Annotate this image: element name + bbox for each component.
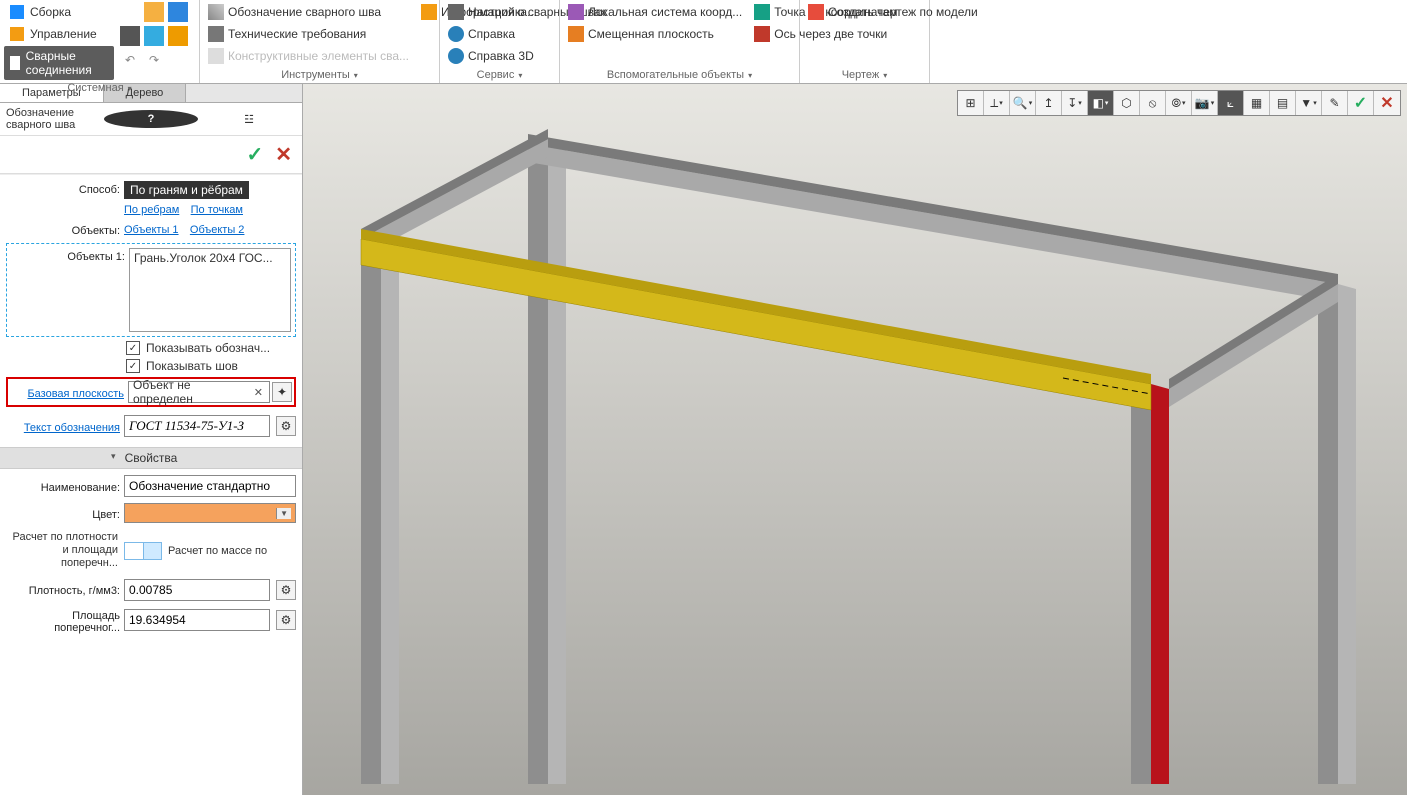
save-icon[interactable]	[168, 2, 188, 22]
base-plane-row-highlight: Базовая плоскость Объект не определен ✕ …	[6, 377, 296, 407]
objects2-link[interactable]: Объекты 2	[190, 224, 245, 236]
area-label: Площадь поперечног...	[6, 607, 120, 634]
tree-settings-icon[interactable]: ☳	[202, 110, 296, 128]
group-label-service: Сервис	[444, 67, 555, 83]
tool-tech-req[interactable]: Технические требования	[204, 24, 413, 44]
tool-weld-symbol[interactable]: Обозначение сварного шва	[204, 2, 413, 22]
tool-lcs[interactable]: Локальная система коорд...	[564, 2, 746, 22]
checkbox-show-weld[interactable]: ✓	[126, 359, 140, 373]
tool-construct-disabled: Конструктивные элементы сва...	[204, 46, 413, 66]
method-by-edges[interactable]: По ребрам	[124, 204, 179, 216]
objects1-label: Объекты 1:	[11, 248, 125, 263]
ribbon: Сборка Управление Сварные соединения ↶ ↷…	[0, 0, 1407, 84]
undo-icon[interactable]: ↶	[120, 50, 140, 70]
print-icon[interactable]	[120, 26, 140, 46]
group-label-tools: Инструменты	[204, 67, 435, 83]
color-label: Цвет:	[6, 506, 120, 521]
group-label-aux: Вспомогательные объекты	[564, 67, 795, 83]
apply-icon[interactable]: ✓	[246, 142, 263, 167]
method-by-points[interactable]: По точкам	[191, 204, 243, 216]
base-plane-value: Объект не определен	[133, 378, 252, 406]
method-label: Способ:	[6, 181, 120, 196]
help-icon[interactable]: ?	[104, 110, 198, 128]
send-icon[interactable]	[144, 26, 164, 46]
objects1-active-box: Объекты 1: Грань.Уголок 20х4 ГОС...	[6, 243, 296, 337]
properties-section[interactable]: Свойства	[0, 447, 302, 469]
name-label: Наименование:	[6, 479, 120, 494]
clear-icon[interactable]: ✕	[252, 386, 265, 399]
method-by-faces-edges[interactable]: По граням и рёбрам	[124, 181, 249, 199]
calc-toggle[interactable]	[124, 542, 162, 560]
tab-management[interactable]: Управление	[4, 24, 114, 44]
tab-assembly[interactable]: Сборка	[4, 2, 114, 22]
checkbox-show-symbol[interactable]: ✓	[126, 341, 140, 355]
objects1-link[interactable]: Объекты 1	[124, 224, 179, 236]
export-icon[interactable]	[168, 26, 188, 46]
objects-label: Объекты:	[6, 222, 120, 237]
text-symbol-label[interactable]: Текст обозначения	[6, 418, 120, 434]
new-icon[interactable]	[120, 2, 140, 22]
gear-icon[interactable]: ⚙	[276, 416, 296, 436]
tool-offset-plane[interactable]: Смещенная плоскость	[564, 24, 746, 44]
area-input[interactable]	[129, 613, 265, 627]
name-input[interactable]	[129, 479, 291, 493]
3d-viewport[interactable]: ⊞ ⟂ 🔍 ↥ ↧ ◧ ⬡ ⦸ ⦾ 📷 ⟀ ▦ ▤ ▼ ✎ ✓ ✕	[303, 84, 1407, 795]
show-symbol-label: Показывать обознач...	[146, 341, 270, 355]
text-symbol-input[interactable]	[129, 418, 265, 434]
calc-mass-label: Расчет по массе по	[168, 545, 267, 557]
cancel-icon[interactable]: ✕	[275, 142, 292, 167]
gear-icon[interactable]: ⚙	[276, 580, 296, 600]
tool-help3d[interactable]: Справка 3D	[444, 46, 541, 66]
list-item[interactable]: Грань.Уголок 20х4 ГОС...	[134, 251, 286, 265]
base-plane-label[interactable]: Базовая плоскость	[10, 384, 124, 400]
model-render	[303, 84, 1407, 784]
parameters-panel: Параметры Дерево Обозначение сварного шв…	[0, 84, 303, 795]
tab-welds[interactable]: Сварные соединения	[4, 46, 114, 80]
show-weld-label: Показывать шов	[146, 359, 238, 373]
color-picker[interactable]	[124, 503, 296, 523]
pick-plane-icon[interactable]: ✦	[272, 382, 292, 402]
group-label-system: Системная	[4, 80, 195, 96]
group-label-drawing: Чертеж	[804, 67, 925, 83]
redo-icon[interactable]: ↷	[144, 50, 164, 70]
tool-settings[interactable]: Настройка...	[444, 2, 541, 22]
objects1-list[interactable]: Грань.Уголок 20х4 ГОС...	[129, 248, 291, 332]
calc-density-label: Расчет по плотности и площади поперечн..…	[6, 531, 118, 571]
open-icon[interactable]	[144, 2, 164, 22]
gear-icon[interactable]: ⚙	[276, 610, 296, 630]
panel-title: Обозначение сварного шва	[6, 107, 100, 131]
density-input[interactable]	[129, 583, 265, 597]
tool-help[interactable]: Справка	[444, 24, 541, 44]
density-label: Плотность, г/мм3:	[6, 582, 120, 597]
